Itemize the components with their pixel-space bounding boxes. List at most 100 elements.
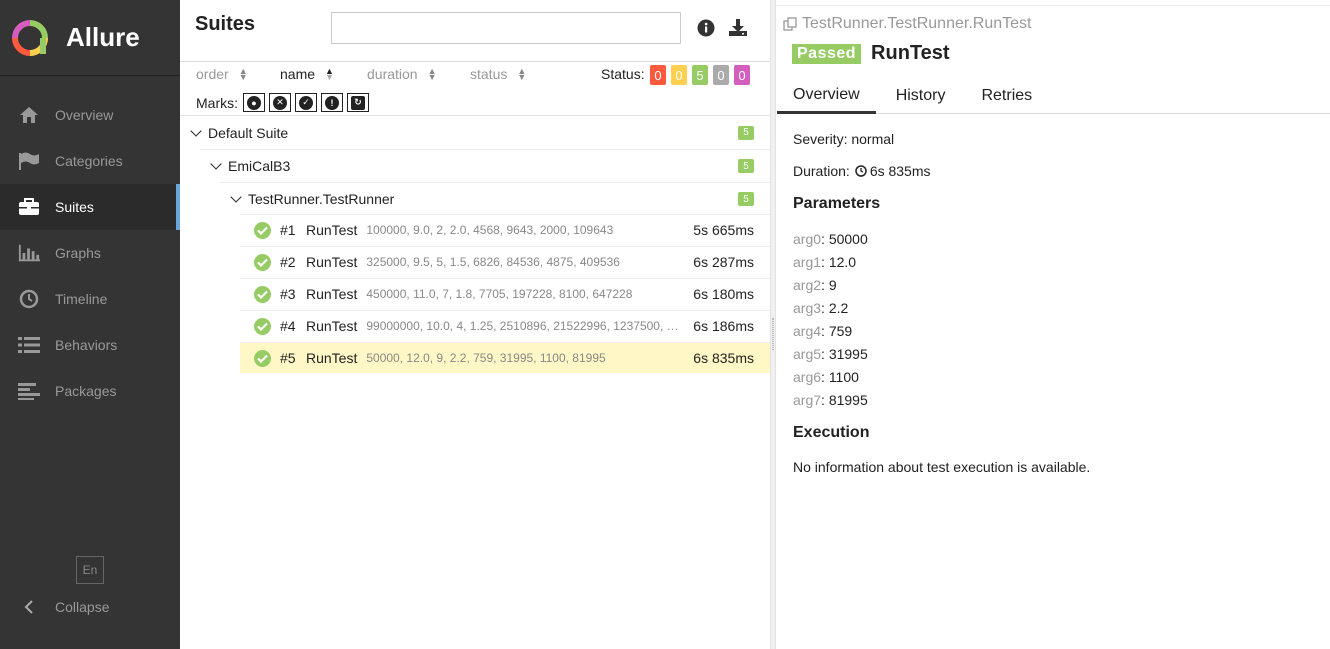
mark-new-broken-toggle[interactable]: ! (321, 93, 343, 112)
execution-heading: Execution (793, 424, 870, 441)
mark-new-passed-toggle[interactable]: ✓ (295, 93, 317, 112)
tab-overview[interactable]: Overview (777, 78, 876, 114)
check-circle-icon (254, 221, 271, 239)
sidebar-item-label: Graphs (55, 245, 101, 261)
language-button[interactable]: En (76, 556, 104, 584)
sort-duration[interactable]: duration ▲ ▼ (367, 66, 437, 82)
test-case-params: 325000, 9.5, 5, 1.5, 6826, 84536, 4875, … (366, 255, 620, 269)
clock-icon (18, 288, 40, 310)
parameter-name: arg6 (793, 369, 822, 385)
tree-node-suite[interactable]: Default Suite 5 (180, 116, 770, 149)
pane-splitter[interactable] (770, 0, 776, 649)
sort-name[interactable]: name ▲ ▼ (280, 66, 334, 82)
sidebar-item-suites[interactable]: Suites (0, 184, 180, 230)
breadcrumb-text: TestRunner.TestRunner.RunTest (802, 15, 1032, 32)
count-badge: 5 (738, 159, 754, 173)
count-badge: 5 (738, 125, 754, 140)
count-badge: 5 (738, 192, 754, 206)
brand[interactable]: Allure (0, 0, 180, 76)
test-case-name: RunTest (306, 350, 358, 366)
parameter-name: arg0 (793, 231, 822, 247)
parameter-name: arg3 (793, 300, 822, 316)
test-case-duration: 6s 287ms (693, 254, 754, 270)
breadcrumb: TestRunner.TestRunner.RunTest (783, 15, 1031, 33)
status-unknown-toggle[interactable]: 0 (734, 65, 750, 85)
sort-arrows-icon: ▲ ▼ (427, 66, 437, 82)
status-failed-toggle[interactable]: 0 (650, 65, 666, 85)
status-skipped-toggle[interactable]: 0 (713, 65, 729, 85)
parameter-row: arg1: 12.0 (793, 254, 857, 270)
mark-flaky-toggle[interactable]: ● (243, 93, 265, 112)
sidebar-item-graphs[interactable]: Graphs (0, 230, 180, 276)
test-case-row[interactable]: #2 RunTest 325000, 9.5, 5, 1.5, 6826, 84… (240, 246, 770, 277)
tab-retries[interactable]: Retries (965, 78, 1048, 114)
suite-name: Default Suite (208, 124, 289, 141)
parameters-heading: Parameters (793, 195, 881, 212)
test-case-params: 99000000, 10.0, 4, 1.25, 2510896, 215229… (366, 319, 685, 333)
test-case-number: #1 (280, 222, 296, 238)
parameter-name: arg2 (793, 277, 822, 293)
test-case-row[interactable]: #5 RunTest 50000, 12.0, 9, 2.2, 759, 319… (240, 342, 770, 373)
home-icon (18, 104, 40, 126)
parameter-value: 50000 (828, 231, 868, 247)
sort-order[interactable]: order ▲ ▼ (196, 66, 248, 82)
page-title: Suites (195, 13, 256, 35)
test-case-row[interactable]: #1 RunTest 100000, 9.0, 2, 2.0, 4568, 96… (240, 214, 770, 245)
test-case-row[interactable]: #3 RunTest 450000, 11.0, 7, 1.8, 7705, 1… (240, 278, 770, 309)
exclamation-circle-icon: ! (325, 95, 339, 110)
drag-handle-icon (772, 318, 774, 350)
clock-icon (855, 165, 867, 177)
parameter-value: 12.0 (828, 254, 857, 270)
app-name: Allure (66, 22, 140, 52)
sort-order-label: order (196, 66, 229, 82)
chevron-down-icon (210, 158, 222, 170)
sidebar-item-packages[interactable]: Packages (0, 368, 180, 414)
sidebar-item-label: Timeline (55, 291, 108, 307)
detail-tabs: Overview History Retries (777, 78, 1330, 114)
bar-chart-icon (18, 242, 40, 264)
test-detail-pane: TestRunner.TestRunner.RunTest Passed Run… (777, 5, 1330, 649)
severity: Severity: normal (793, 131, 895, 147)
collapse-button[interactable]: Collapse (18, 594, 109, 620)
parameter-value: 2.2 (828, 300, 849, 316)
test-case-number: #2 (280, 254, 296, 270)
copy-icon[interactable] (783, 17, 797, 31)
check-circle-icon: ✓ (299, 95, 313, 110)
collapse-label: Collapse (55, 599, 110, 615)
test-case-duration: 6s 186ms (693, 318, 754, 334)
download-icon[interactable] (727, 17, 749, 39)
test-case-duration: 6s 180ms (693, 286, 754, 302)
sidebar-item-behaviors[interactable]: Behaviors (0, 322, 180, 368)
class-name: TestRunner.TestRunner (248, 191, 395, 207)
allure-logo-icon (12, 19, 48, 56)
tree-node-class[interactable]: TestRunner.TestRunner 5 (220, 182, 770, 215)
check-circle-icon (254, 317, 271, 335)
sort-toolbar: order ▲ ▼ name ▲ ▼ duration ▲ ▼ status ▲ ▼ S… (180, 62, 770, 116)
search-input[interactable] (331, 12, 681, 44)
sidebar-item-label: Packages (55, 383, 117, 399)
test-case-number: #3 (280, 286, 296, 302)
sidebar-item-overview[interactable]: Overview (0, 92, 180, 138)
test-case-row[interactable]: #4 RunTest 99000000, 10.0, 4, 1.25, 2510… (240, 310, 770, 341)
sidebar-item-label: Suites (55, 199, 94, 215)
tree-node-package[interactable]: EmiCalB3 5 (200, 149, 770, 182)
status-passed-toggle[interactable]: 5 (692, 65, 708, 85)
sort-status-label: status (470, 66, 508, 82)
status-filter-label: Status: (601, 66, 645, 82)
duration-label: Duration: (793, 163, 850, 179)
parameter-value: 31995 (828, 346, 868, 362)
sort-status[interactable]: status ▲ ▼ (470, 66, 526, 82)
tab-history[interactable]: History (880, 78, 962, 114)
mark-new-failed-toggle[interactable]: ✕ (269, 93, 291, 112)
status-broken-toggle[interactable]: 0 (671, 65, 687, 85)
package-name: EmiCalB3 (228, 158, 291, 174)
mark-retries-toggle[interactable]: ↻ (347, 93, 369, 112)
sidebar-item-categories[interactable]: Categories (0, 138, 180, 184)
sort-arrows-icon: ▲ ▼ (517, 66, 527, 82)
sidebar-item-timeline[interactable]: Timeline (0, 276, 180, 322)
refresh-icon: ↻ (351, 95, 365, 110)
info-icon[interactable] (695, 17, 717, 39)
check-circle-icon (254, 349, 271, 367)
parameter-row: arg6: 1100 (793, 369, 859, 385)
parameter-value: 759 (828, 323, 853, 339)
